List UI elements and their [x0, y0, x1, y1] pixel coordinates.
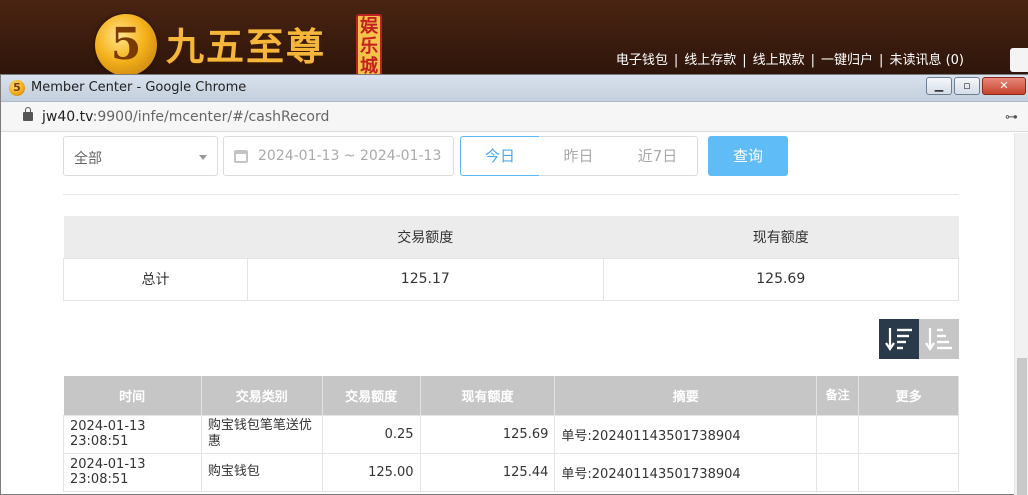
row-amount: 125.00: [321, 452, 421, 492]
sort-descending-button[interactable]: [879, 319, 919, 359]
summary-trade-amount: 125.17: [247, 257, 604, 301]
summary-table: 交易额度 现有额度 总计 125.17 125.69: [62, 216, 960, 301]
divider: [63, 194, 959, 195]
row-type: 购宝钱包笔笔送优惠: [200, 414, 323, 454]
sort-ascending-button[interactable]: [919, 319, 959, 359]
summary-total-label: 总计: [62, 257, 249, 301]
summary-balance: 125.69: [602, 257, 960, 301]
sort-descending-icon: [885, 328, 912, 351]
logo-icon: 5: [95, 14, 157, 76]
col-memo[interactable]: 摘要: [554, 376, 818, 415]
last-7-days-button[interactable]: 近7日: [618, 136, 698, 176]
key-icon[interactable]: ⊶: [1005, 110, 1018, 125]
row-memo: 单号:202401143501738904: [554, 414, 818, 454]
query-button[interactable]: 查询: [708, 136, 788, 176]
site-header: 5 九五至尊 娱乐城 电子钱包 | 线上存款 | 线上取款 | 一键归户 | 未读讯息 (0): [0, 0, 1028, 80]
link-unread-messages[interactable]: 未读讯息 (0): [889, 53, 964, 68]
vertical-scrollbar[interactable]: [1014, 133, 1028, 495]
today-button[interactable]: 今日: [460, 136, 540, 176]
link-one-click-transfer[interactable]: 一键归户: [821, 53, 873, 68]
link-withdraw[interactable]: 线上取款: [753, 53, 805, 68]
chevron-down-icon: [199, 155, 207, 160]
summary-header-trade-amount: 交易额度: [247, 216, 604, 258]
table-row: 2024-01-13 23:08:51 购宝钱包笔笔送优惠 0.25 125.6…: [63, 414, 959, 454]
row-time: 2024-01-13 23:08:51: [63, 414, 202, 454]
scrollbar-thumb[interactable]: [1017, 358, 1027, 495]
yesterday-button[interactable]: 昨日: [539, 136, 619, 176]
user-button[interactable]: [1010, 48, 1028, 72]
summary-header-balance: 现有额度: [603, 216, 959, 258]
calendar-icon: [234, 150, 248, 163]
member-center-window: 5 Member Center - Google Chrome ▁ ▫ ✕ jw…: [0, 74, 1028, 495]
title-bar[interactable]: 5 Member Center - Google Chrome ▁ ▫ ✕: [1, 75, 1028, 102]
maximize-button[interactable]: ▫: [954, 77, 980, 95]
link-deposit[interactable]: 线上存款: [684, 53, 736, 68]
date-range-input[interactable]: 2024-01-13 ~ 2024-01-13: [223, 136, 454, 176]
row-note: [816, 414, 860, 454]
col-amount[interactable]: 交易额度: [322, 376, 421, 415]
address-bar[interactable]: jw40.tv:9900/infe/mcenter/#/cashRecord ⊶: [1, 102, 1028, 132]
row-memo: 单号:202401143501738904: [554, 452, 818, 492]
link-e-wallet[interactable]: 电子钱包: [616, 53, 668, 68]
row-more[interactable]: [858, 452, 959, 492]
top-links: 电子钱包 | 线上存款 | 线上取款 | 一键归户 | 未读讯息 (0): [615, 53, 964, 68]
row-balance: 125.69: [419, 414, 556, 454]
col-type[interactable]: 交易类别: [201, 376, 323, 415]
lock-icon[interactable]: [23, 107, 33, 121]
cash-record-page: 全部 2024-01-13 ~ 2024-01-13 今日 昨日 近7日 查询 …: [1, 133, 1014, 495]
window-title: Member Center - Google Chrome: [31, 80, 247, 95]
brand-badge: 娱乐城: [356, 14, 382, 77]
minimize-button[interactable]: ▁: [926, 77, 952, 95]
url-text[interactable]: jw40.tv:9900/infe/mcenter/#/cashRecord: [42, 109, 329, 125]
col-balance[interactable]: 现有额度: [420, 376, 556, 415]
col-note[interactable]: 备注: [816, 376, 860, 415]
summary-header-blank: [63, 216, 248, 258]
row-time: 2024-01-13 23:08:51: [63, 452, 202, 492]
row-note: [816, 452, 860, 492]
window-controls: ▁ ▫ ✕: [924, 77, 1026, 95]
row-more[interactable]: [858, 414, 959, 454]
row-amount: 0.25: [321, 414, 421, 454]
site-favicon-icon: 5: [9, 80, 25, 96]
records-table: 时间 交易类别 交易额度 现有额度 摘要 备注 更多 2024-01-13 23…: [63, 376, 959, 492]
close-button[interactable]: ✕: [982, 77, 1026, 95]
row-balance: 125.44: [419, 452, 556, 492]
col-more[interactable]: 更多: [858, 376, 959, 415]
sort-ascending-icon: [925, 328, 952, 351]
transaction-type-select[interactable]: 全部: [63, 136, 218, 176]
row-type: 购宝钱包: [200, 452, 323, 492]
table-row: 2024-01-13 23:08:51 购宝钱包 125.00 125.44 单…: [63, 452, 959, 492]
brand-name: 九五至尊: [166, 24, 327, 69]
col-time[interactable]: 时间: [63, 376, 202, 415]
